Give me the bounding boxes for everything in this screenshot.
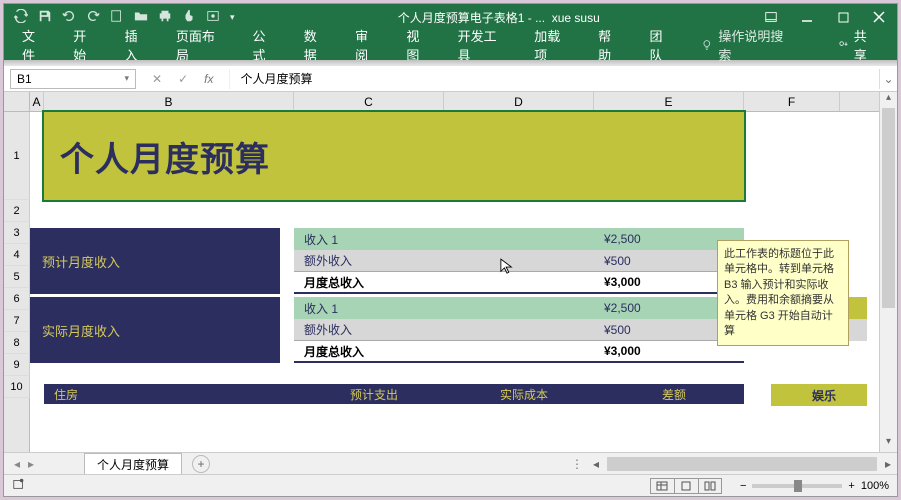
sheet-tab-row: ◂ ▸ 个人月度预算 + ⋮ ◂ ▸ — [4, 452, 897, 474]
ribbon: 文件 开始 插入 页面布局 公式 数据 审阅 视图 开发工具 加载项 帮助 团队… — [4, 30, 897, 60]
normal-view-icon[interactable] — [650, 478, 674, 494]
category-header-row[interactable]: 住房 预计支出 实际成本 差额 — [44, 384, 744, 404]
tell-me[interactable]: 操作说明搜索 — [701, 26, 794, 64]
quick-access-toolbar: ▾ — [4, 9, 245, 26]
prev-sheet-icon[interactable]: ◂ — [14, 457, 20, 471]
cell-tooltip: 此工作表的标题位于此单元格中。转到单元格 B3 输入预计和实际收入。费用和余额摘… — [717, 240, 849, 346]
tab-help[interactable]: 帮助 — [598, 26, 623, 64]
projected-income-label[interactable]: 预计月度收入 — [30, 228, 280, 294]
page-layout-icon[interactable] — [674, 478, 698, 494]
bulb-icon — [701, 39, 713, 51]
vertical-scrollbar[interactable]: ▴ ▾ — [879, 92, 897, 452]
tab-review[interactable]: 审阅 — [355, 26, 380, 64]
tab-layout[interactable]: 页面布局 — [176, 26, 227, 64]
select-all-cell[interactable] — [4, 92, 30, 112]
add-sheet-button[interactable]: + — [192, 455, 210, 473]
sheet-tab[interactable]: 个人月度预算 — [84, 453, 182, 475]
column-headers[interactable]: A B C D E F — [30, 92, 879, 112]
name-box[interactable]: B1 ▾ — [10, 69, 136, 89]
open-icon[interactable] — [134, 9, 148, 26]
zoom-slider[interactable] — [752, 484, 842, 488]
tab-insert[interactable]: 插入 — [125, 26, 150, 64]
undo-icon[interactable] — [62, 9, 76, 26]
zoom-out-icon[interactable]: − — [740, 480, 746, 492]
tab-team[interactable]: 团队 — [649, 26, 674, 64]
tab-home[interactable]: 开始 — [73, 26, 98, 64]
chevron-down-icon[interactable]: ▾ — [124, 73, 129, 84]
title-banner[interactable]: 个人月度预算 — [44, 112, 744, 200]
spreadsheet-cells[interactable]: 个人月度预算 预计月度收入 收入 1¥2,500 额外收入¥500 月度总收入¥… — [30, 112, 879, 452]
page-break-icon[interactable] — [698, 478, 722, 494]
redo-icon[interactable] — [86, 9, 100, 26]
zoom-control[interactable]: − + 100% — [740, 480, 889, 492]
entertainment-tag[interactable]: 娱乐 — [771, 384, 867, 406]
save-icon[interactable] — [38, 9, 52, 26]
record-macro-icon[interactable] — [12, 477, 26, 494]
tab-addins[interactable]: 加载项 — [534, 26, 572, 64]
page-title: 个人月度预算 — [60, 132, 270, 181]
expand-formula-icon[interactable]: ⌄ — [879, 69, 897, 89]
horizontal-scrollbar[interactable]: ⋮ ◂ ▸ — [567, 457, 897, 471]
print-icon[interactable] — [158, 9, 172, 26]
new-icon[interactable] — [110, 9, 124, 26]
cancel-icon[interactable]: ✕ — [152, 72, 162, 86]
tab-view[interactable]: 视图 — [406, 26, 431, 64]
preview-icon[interactable] — [206, 9, 220, 26]
tab-dev[interactable]: 开发工具 — [458, 26, 509, 64]
status-bar: − + 100% — [4, 474, 897, 496]
zoom-level[interactable]: 100% — [861, 480, 889, 492]
fx-icon[interactable]: fx — [204, 72, 213, 86]
chevron-down-icon[interactable]: ▾ — [230, 12, 235, 23]
tab-data[interactable]: 数据 — [304, 26, 329, 64]
share-button[interactable]: 共享 — [838, 26, 879, 64]
autosave-icon[interactable] — [14, 9, 28, 26]
formula-input[interactable]: 个人月度预算 — [229, 69, 879, 89]
tab-file[interactable]: 文件 — [22, 26, 47, 64]
cursor-icon — [500, 257, 514, 277]
row-headers[interactable]: 1 2 3 4 5 6 7 8 9 10 — [4, 112, 30, 452]
touch-icon[interactable] — [182, 9, 196, 26]
enter-icon[interactable]: ✓ — [178, 72, 188, 86]
window-title: 个人月度预算电子表格1 - ... xue susu — [245, 9, 753, 26]
share-icon — [838, 39, 850, 51]
view-buttons — [650, 478, 722, 494]
actual-income-label[interactable]: 实际月度收入 — [30, 297, 280, 363]
formula-bar: B1 ▾ ✕ ✓ fx 个人月度预算 ⌄ — [4, 66, 897, 92]
zoom-in-icon[interactable]: + — [848, 480, 854, 492]
minimize-icon[interactable] — [789, 4, 825, 30]
next-sheet-icon[interactable]: ▸ — [28, 457, 34, 471]
tab-formulas[interactable]: 公式 — [252, 26, 277, 64]
